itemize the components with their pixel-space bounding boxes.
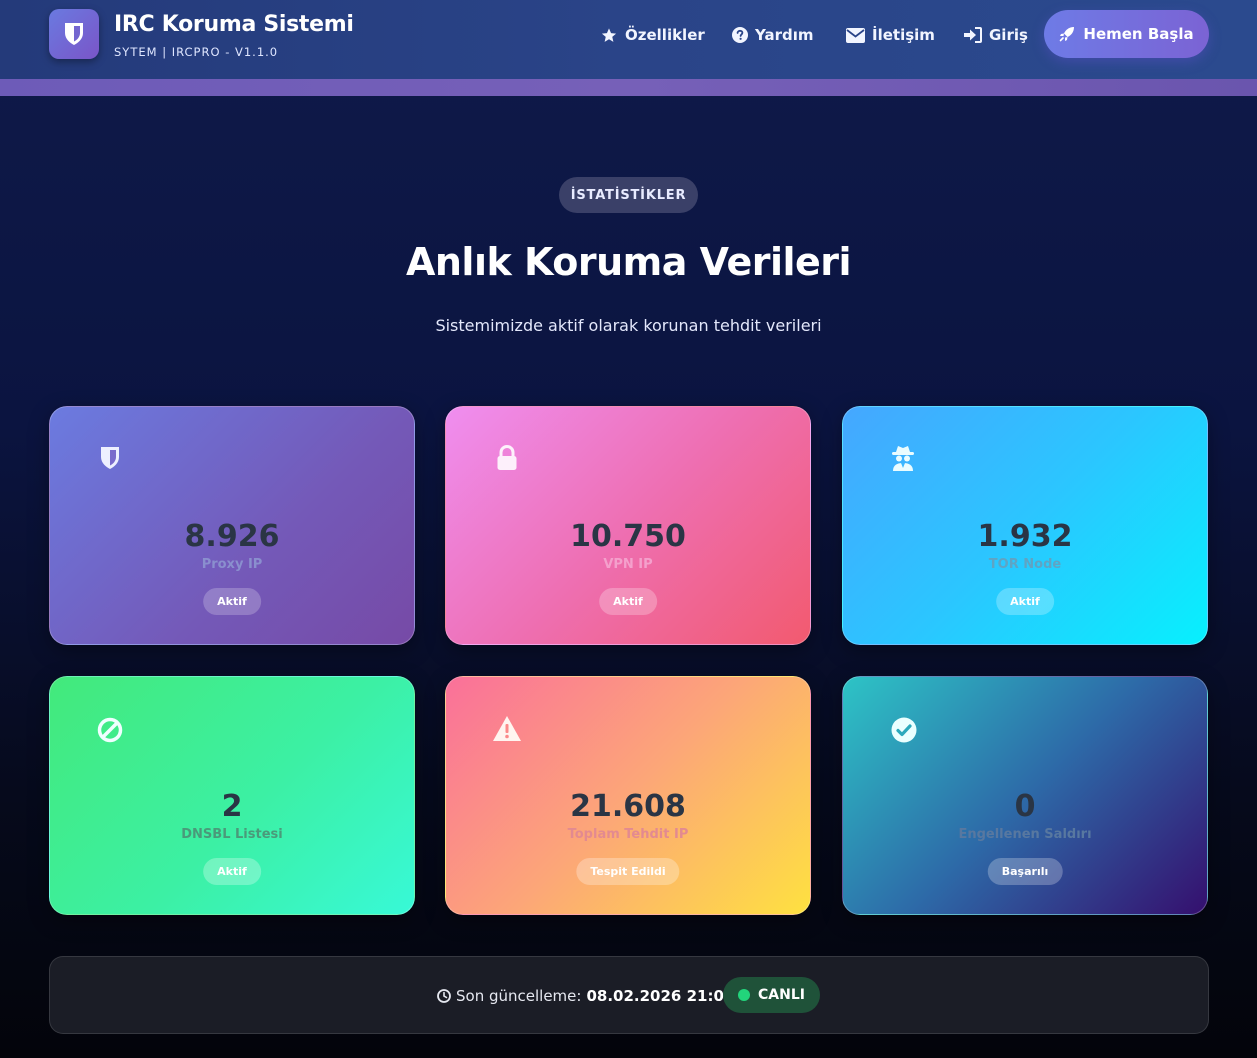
sign-in-icon: [964, 27, 982, 43]
stat-card-blocked-attacks[interactable]: 0 Engellenen Saldırı Başarılı: [842, 676, 1208, 915]
stat-card-dnsbl[interactable]: 2 DNSBL Listesi Aktif: [49, 676, 415, 915]
stat-value: 1.932: [977, 519, 1073, 554]
star-icon: [601, 27, 617, 42]
stat-value: 8.926: [184, 519, 280, 554]
stat-value: 10.750: [570, 519, 686, 554]
nav-login-label: Giriş: [989, 26, 1028, 44]
stat-card-tor[interactable]: 1.932 TOR Node Aktif: [842, 406, 1208, 645]
stat-label: Toplam Tehdit IP: [567, 827, 689, 842]
stat-label: Engellenen Saldırı: [958, 827, 1092, 842]
shield-icon: [65, 23, 83, 45]
live-dot-icon: [738, 989, 751, 1001]
status-badge: Aktif: [203, 588, 261, 615]
stat-value: 2: [221, 789, 243, 824]
live-badge: CANLI: [723, 977, 820, 1013]
get-started-button[interactable]: Hemen Başla: [1044, 10, 1209, 58]
brand-subtitle: SYTEM | IRCPRO - V1.1.0: [114, 45, 279, 59]
get-started-label: Hemen Başla: [1083, 25, 1194, 43]
live-label: CANLI: [758, 987, 805, 1003]
envelope-icon: [846, 27, 865, 43]
status-badge: Aktif: [996, 588, 1054, 615]
page-subtitle: Sistemimizde aktif olarak korunan tehdit…: [435, 316, 822, 335]
brand-title[interactable]: IRC Koruma Sistemi: [114, 12, 354, 37]
last-update: Son güncelleme: 08.02.2026 21:02: [437, 985, 734, 1007]
ban-icon: [97, 717, 123, 743]
check-circle-icon: [891, 717, 917, 743]
stat-card-proxy[interactable]: 8.926 Proxy IP Aktif: [49, 406, 415, 645]
page-title: Anlık Koruma Verileri: [405, 240, 852, 284]
nav-contact[interactable]: İletişim: [846, 24, 935, 46]
stat-label: VPN IP: [603, 557, 653, 572]
nav-login[interactable]: Giriş: [964, 24, 1028, 46]
status-badge: Aktif: [203, 858, 261, 885]
nav-features[interactable]: Özellikler: [600, 24, 705, 46]
question-circle-icon: [732, 27, 748, 43]
status-badge: Tespit Edildi: [576, 858, 680, 885]
nav-help[interactable]: Yardım: [732, 24, 814, 46]
stat-card-vpn[interactable]: 10.750 VPN IP Aktif: [445, 406, 811, 645]
status-badge: Aktif: [599, 588, 657, 615]
brand-logo[interactable]: [49, 9, 99, 59]
nav-help-label: Yardım: [755, 26, 814, 44]
last-update-label: Son güncelleme:: [456, 987, 582, 1005]
stat-label: Proxy IP: [201, 557, 263, 572]
stat-label: DNSBL Listesi: [181, 827, 283, 842]
stat-value: 0: [1014, 789, 1036, 824]
stat-value: 21.608: [570, 789, 686, 824]
section-pill: İSTATİSTİKLER: [559, 177, 698, 213]
warning-icon: [493, 716, 521, 741]
shield-icon: [101, 447, 119, 469]
nav-contact-label: İletişim: [872, 26, 935, 44]
lock-icon: [497, 445, 517, 470]
stat-label: TOR Node: [988, 557, 1062, 572]
spy-icon: [892, 446, 914, 471]
accent-bar: [0, 79, 1257, 96]
clock-icon: [437, 989, 451, 1003]
nav-features-label: Özellikler: [625, 26, 705, 44]
navbar: IRC Koruma Sistemi SYTEM | IRCPRO - V1.1…: [0, 0, 1257, 79]
rocket-icon: [1060, 27, 1075, 42]
status-badge: Başarılı: [987, 858, 1063, 885]
last-update-time: 08.02.2026 21:02: [586, 987, 735, 1005]
stat-card-total-threats[interactable]: 21.608 Toplam Tehdit IP Tespit Edildi: [445, 676, 811, 915]
